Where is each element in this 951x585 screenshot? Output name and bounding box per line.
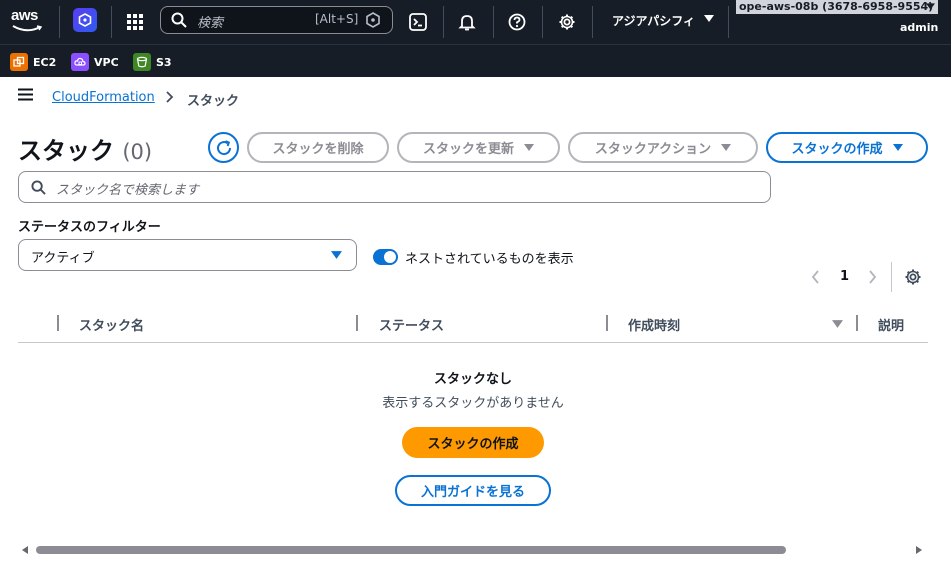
account-id-label: ope-aws-08b (3678-6958-9554)	[739, 0, 934, 13]
create-stack-label: スタックの作成	[427, 437, 519, 452]
stack-actions-button[interactable]: スタックアクション	[568, 132, 758, 163]
status-filter-label: ステータスのフィルター	[18, 220, 161, 235]
favorite-ec2-label: EC2	[33, 55, 57, 69]
aws-logo[interactable]: aws	[11, 5, 45, 37]
status-filter-select[interactable]: アクティブ	[18, 239, 357, 271]
caret-down-icon	[331, 251, 342, 259]
account-menu[interactable]: ope-aws-08b (3678-6958-9554)	[736, 0, 938, 14]
table-preferences-gear-icon[interactable]	[904, 268, 922, 286]
search-icon	[31, 180, 46, 195]
column-header-stack-name[interactable]: スタック名	[79, 315, 144, 334]
amazon-q-search-icon[interactable]	[365, 12, 381, 28]
column-header-created-time[interactable]: 作成時刻	[628, 315, 680, 334]
help-icon[interactable]	[504, 9, 530, 35]
settings-gear-icon[interactable]	[554, 9, 580, 35]
column-divider[interactable]	[606, 315, 608, 331]
empty-state-title: スタックなし	[433, 372, 512, 387]
create-stack-dropdown-label: スタックの作成	[791, 142, 883, 157]
column-divider	[57, 315, 59, 331]
create-stack-button[interactable]: スタックの作成	[402, 427, 544, 458]
sort-descending-icon[interactable]	[832, 320, 843, 328]
menu-hamburger-icon[interactable]	[18, 88, 33, 101]
scrollbar-thumb[interactable]	[36, 546, 786, 554]
caret-down-icon	[524, 144, 534, 151]
favorite-vpc-label: VPC	[94, 55, 119, 69]
create-stack-dropdown-button[interactable]: スタックの作成	[766, 132, 928, 163]
notifications-bell-icon[interactable]	[454, 9, 480, 35]
aws-smile-icon	[12, 25, 42, 32]
favorites-bar: EC2 VPC S3	[0, 44, 951, 77]
empty-state-subtitle: 表示するスタックがありません	[382, 396, 564, 411]
getting-started-guide-label: 入門ガイドを見る	[420, 485, 525, 500]
global-search-placeholder: 検索	[197, 16, 224, 31]
column-divider[interactable]	[856, 315, 858, 331]
vpc-icon	[71, 53, 89, 71]
favorite-s3-label: S3	[156, 55, 172, 69]
ec2-icon	[10, 53, 28, 71]
delete-stack-label: スタックを削除	[272, 142, 364, 157]
breadcrumb-current: スタック	[187, 94, 240, 109]
account-caret-down-icon	[926, 3, 935, 10]
page-title-text: スタック	[18, 137, 114, 165]
breadcrumb-chevron-right-icon	[166, 91, 174, 103]
column-header-description[interactable]: 説明	[878, 315, 904, 334]
top-navigation: aws 検索 [Alt+S] アジアパシフィ ope-aws-08b (3678…	[0, 0, 951, 44]
scroll-right-arrow-icon[interactable]	[916, 546, 922, 554]
page-title: スタック (0)	[18, 131, 152, 166]
aws-logo-text: aws	[11, 7, 38, 24]
services-grid-icon[interactable]	[122, 9, 148, 35]
refresh-icon	[216, 139, 231, 155]
caret-down-icon	[721, 144, 732, 151]
table-header-divider	[18, 342, 928, 343]
update-stack-label: スタックを更新	[422, 142, 514, 157]
caret-down-icon	[892, 144, 903, 151]
breadcrumb-cloudformation[interactable]: CloudFormation	[52, 90, 155, 105]
horizontal-scrollbar[interactable]	[18, 540, 928, 560]
column-header-status[interactable]: ステータス	[379, 315, 444, 334]
favorite-s3[interactable]: S3	[133, 53, 172, 71]
nested-stacks-toggle-label: ネストされているものを表示	[405, 252, 574, 267]
stack-search-input[interactable]: スタック名で検索します	[18, 171, 771, 203]
refresh-button[interactable]	[208, 132, 239, 163]
nested-stacks-toggle[interactable]	[373, 249, 398, 265]
scroll-left-arrow-icon[interactable]	[22, 546, 28, 554]
stack-search-placeholder: スタック名で検索します	[56, 183, 200, 198]
next-page-chevron-icon[interactable]	[866, 269, 878, 285]
user-name[interactable]: admin	[900, 21, 938, 34]
favorite-ec2[interactable]: EC2	[10, 53, 56, 71]
favorite-vpc[interactable]: VPC	[71, 53, 119, 71]
s3-bucket-icon	[133, 53, 151, 71]
cloudshell-icon[interactable]	[405, 9, 431, 35]
delete-stack-button[interactable]: スタックを削除	[247, 132, 389, 163]
current-page-number[interactable]: 1	[840, 269, 849, 284]
status-filter-value: アクティブ	[31, 251, 95, 266]
stack-count: (0)	[122, 140, 153, 164]
amazon-q-icon[interactable]	[73, 8, 97, 32]
region-selector[interactable]: アジアパシフィ	[612, 12, 695, 29]
stack-actions-label: スタックアクション	[594, 142, 712, 157]
search-icon	[171, 12, 187, 28]
previous-page-chevron-icon[interactable]	[810, 269, 822, 285]
update-stack-button[interactable]: スタックを更新	[397, 132, 560, 163]
search-shortcut-hint: [Alt+S]	[315, 12, 359, 26]
getting-started-guide-button[interactable]: 入門ガイドを見る	[395, 475, 551, 506]
region-caret-down-icon[interactable]	[704, 15, 714, 22]
global-search-input[interactable]: 検索 [Alt+S]	[160, 6, 393, 34]
column-divider[interactable]	[356, 315, 358, 331]
breadcrumb-bar: CloudFormation スタック	[0, 77, 951, 117]
pagination-divider	[891, 262, 892, 292]
